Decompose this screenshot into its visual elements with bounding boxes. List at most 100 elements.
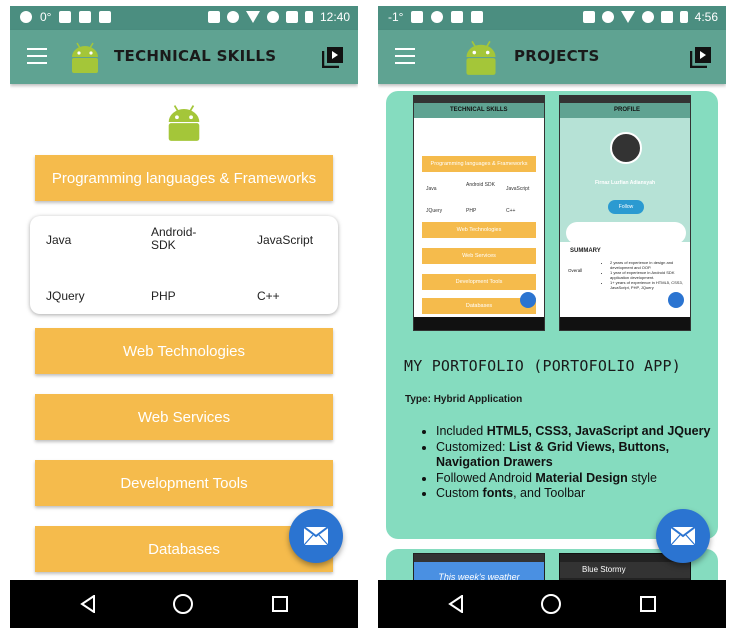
projects-content: TECHNICAL SKILLS Programming languages &… bbox=[378, 84, 726, 580]
mini-follow-button: Follow bbox=[608, 200, 644, 214]
clock: 4:56 bbox=[694, 10, 718, 24]
mini-skill: JQuery bbox=[426, 208, 443, 214]
web-technologies-button[interactable]: Web Technologies bbox=[35, 328, 333, 374]
weather-temp: 0° bbox=[40, 10, 52, 24]
screenshot-technical-skills: TECHNICAL SKILLS Programming languages &… bbox=[413, 95, 545, 331]
play-square-icon[interactable] bbox=[690, 46, 712, 68]
skill-item: Android-SDK bbox=[151, 225, 197, 252]
dnd-icon bbox=[226, 11, 239, 23]
status-bar: 0° 12:40 bbox=[10, 6, 358, 30]
app-toolbar: TECHNICAL SKILLS bbox=[10, 30, 358, 84]
weather-temp: -1° bbox=[388, 10, 404, 24]
mini-summary-item: 2 years of experience in design and deve… bbox=[610, 260, 686, 270]
battery-icon bbox=[679, 11, 688, 23]
home-icon[interactable] bbox=[541, 594, 561, 614]
android-status-icon bbox=[20, 11, 32, 23]
menu-icon[interactable] bbox=[395, 48, 415, 64]
app-toolbar: PROJECTS bbox=[378, 30, 726, 84]
check-icon bbox=[59, 11, 72, 23]
feature-list: Included HTML5, CSS3, JavaScript and JQu… bbox=[436, 424, 711, 502]
mini-mail-icon bbox=[668, 292, 684, 308]
system-nav-bar bbox=[10, 580, 358, 628]
phone-projects: -1° 4:56 PROJECTS TECHNICAL SKILLS Progr… bbox=[378, 6, 726, 628]
mini-profile-name: Firnaz Luzfian Adiansyah bbox=[594, 180, 656, 186]
status-bar: -1° 4:56 bbox=[378, 6, 726, 30]
app-title-text: Blue Stormy bbox=[582, 565, 626, 574]
mini-skill: Android SDK bbox=[466, 182, 495, 188]
system-nav-bar bbox=[378, 580, 726, 628]
web-services-button[interactable]: Web Services bbox=[35, 394, 333, 440]
skill-item: Java bbox=[46, 233, 72, 247]
mini-button: Programming languages & Frameworks bbox=[422, 156, 536, 172]
feature-item: Custom fonts, and Toolbar bbox=[436, 486, 711, 502]
feature-item: Customized: List & Grid Views, Buttons, … bbox=[436, 440, 711, 471]
skill-item: JavaScript bbox=[257, 233, 314, 247]
photo-icon bbox=[411, 11, 424, 23]
toolbar-title: PROJECTS bbox=[514, 47, 600, 65]
mini-button: Web Technologies bbox=[422, 222, 536, 238]
mail-fab[interactable] bbox=[289, 509, 343, 563]
mini-summary-item: 1 year of experience in Android SDK appl… bbox=[610, 270, 686, 280]
feature-item: Included HTML5, CSS3, JavaScript and JQu… bbox=[436, 424, 711, 440]
back-icon[interactable] bbox=[448, 595, 464, 613]
project-title: MY PORTOFOLIO (PORTOFOLIO APP) bbox=[404, 357, 681, 375]
skills-content: Programming languages & Frameworks Java … bbox=[10, 84, 358, 580]
mini-title: PROFILE bbox=[614, 107, 641, 113]
mail-icon bbox=[671, 527, 695, 545]
cast-icon bbox=[207, 11, 220, 23]
mini-title: TECHNICAL SKILLS bbox=[450, 107, 508, 113]
screenshot-profile: PROFILE Firnaz Luzfian Adiansyah Follow … bbox=[559, 95, 691, 331]
mini-nav-bar bbox=[560, 317, 690, 330]
photo-icon bbox=[99, 11, 112, 23]
mini-button: Databases bbox=[422, 298, 536, 314]
airplane-icon bbox=[285, 11, 298, 23]
wifi-icon bbox=[245, 11, 260, 23]
languages-frameworks-button[interactable]: Programming languages & Frameworks bbox=[35, 155, 333, 201]
mail-icon bbox=[304, 527, 328, 545]
mini-cloud bbox=[566, 222, 686, 244]
phone-technical-skills: 0° 12:40 TECHNICAL SKILLS Programming la… bbox=[10, 6, 358, 628]
recent-apps-icon[interactable] bbox=[640, 596, 656, 612]
home-icon[interactable] bbox=[173, 594, 193, 614]
skill-item: JQuery bbox=[46, 289, 85, 303]
bag-icon bbox=[79, 11, 92, 23]
project-card[interactable]: TECHNICAL SKILLS Programming languages &… bbox=[386, 91, 718, 539]
android-status-icon bbox=[431, 11, 444, 23]
play-square-icon[interactable] bbox=[322, 46, 344, 68]
mini-skill: JavaScript bbox=[506, 186, 530, 192]
mini-summary-list: 2 years of experience in design and deve… bbox=[604, 260, 686, 290]
recent-apps-icon[interactable] bbox=[272, 596, 288, 612]
wifi-icon bbox=[620, 11, 635, 23]
avatar bbox=[610, 132, 642, 164]
menu-icon[interactable] bbox=[27, 48, 47, 64]
feature-item: Followed Android Material Design style bbox=[436, 471, 711, 487]
toolbar-title: TECHNICAL SKILLS bbox=[114, 47, 277, 65]
android-logo-icon bbox=[466, 40, 496, 75]
android-logo-icon bbox=[72, 42, 98, 73]
battery-icon bbox=[304, 11, 313, 23]
skill-item: C++ bbox=[257, 289, 280, 303]
dnd-icon bbox=[601, 11, 614, 23]
signal-icon bbox=[641, 11, 654, 23]
mini-summary-title: SUMMARY bbox=[570, 248, 601, 254]
weather-text: This week's weather bbox=[438, 572, 520, 580]
mini-mail-icon bbox=[520, 292, 536, 308]
mini-skill: PHP bbox=[466, 208, 477, 214]
mini-nav-bar bbox=[414, 317, 544, 330]
android-logo-icon bbox=[168, 105, 200, 141]
back-icon[interactable] bbox=[80, 595, 96, 613]
mini-button: Development Tools bbox=[422, 274, 536, 290]
cast-icon bbox=[582, 11, 595, 23]
mini-skill: Java bbox=[426, 186, 437, 192]
skill-item: PHP bbox=[151, 289, 176, 303]
airplane-icon bbox=[660, 11, 673, 23]
clock: 12:40 bbox=[319, 10, 350, 24]
development-tools-button[interactable]: Development Tools bbox=[35, 460, 333, 506]
mini-summary-item: 1+ years of experience in HTML5, CSS3, J… bbox=[610, 280, 686, 290]
mini-skill: C++ bbox=[506, 208, 516, 214]
mail-fab[interactable] bbox=[656, 509, 710, 563]
mini-button: Web Services bbox=[422, 248, 536, 264]
bag-icon bbox=[471, 11, 484, 23]
project-type: Type: Hybrid Application bbox=[405, 394, 523, 405]
skills-card: Java Android-SDK JavaScript JQuery PHP C… bbox=[30, 216, 338, 314]
